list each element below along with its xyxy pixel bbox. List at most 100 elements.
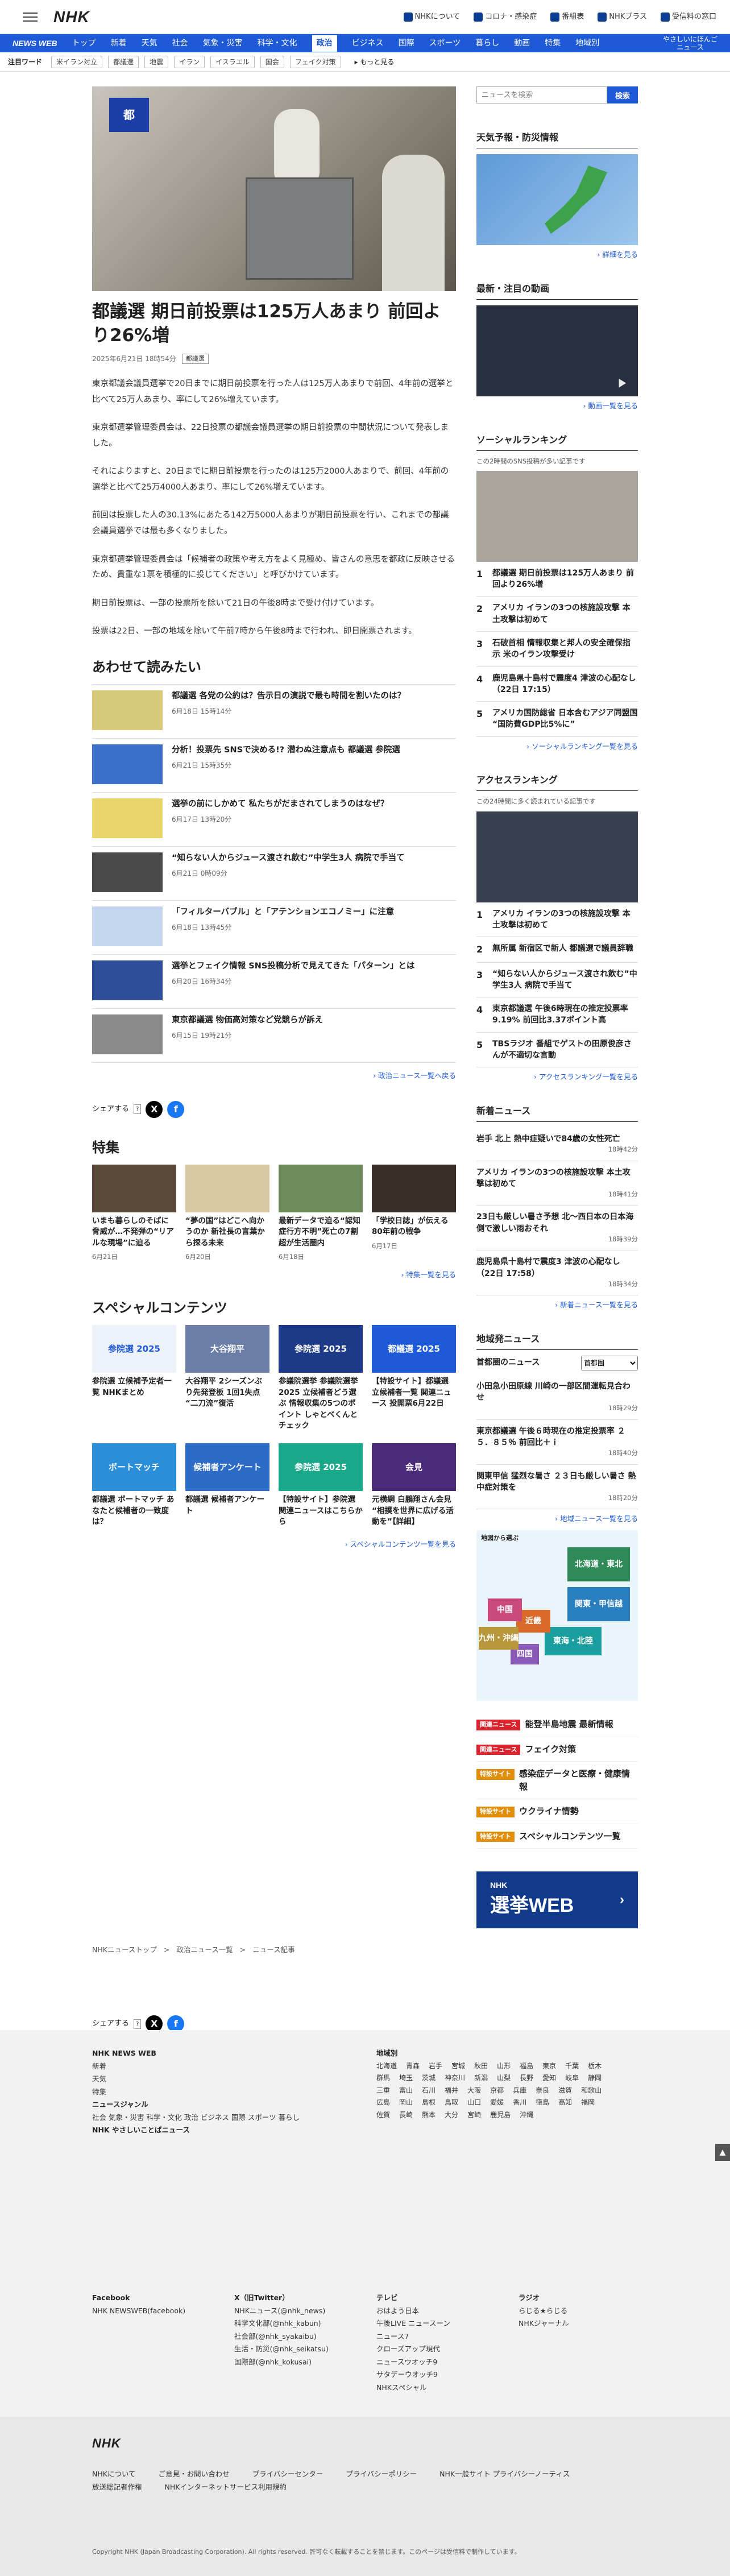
news-item[interactable]: 鹿児島県十島村で震度3 津波の心配なし（22日 17:58） 18時34分 [476, 1250, 638, 1296]
special-card[interactable]: 参院選 2025 【特設サイト】参院選 関連ニュースはこちらから [279, 1443, 363, 1528]
access-ranking-image[interactable] [476, 811, 638, 902]
ranking-item[interactable]: 2 アメリカ イランの3つの核施設攻撃 本土攻撃は初めて [476, 597, 638, 632]
nav-item-business[interactable]: ビジネス [352, 38, 384, 49]
prefecture-link[interactable]: 千葉 [565, 2060, 579, 2073]
nav-item-feature[interactable]: 特集 [545, 38, 561, 49]
footer-link[interactable]: NHK NEWSWEB(facebook) [92, 2305, 185, 2318]
related-item[interactable]: 分析！投票先 SNSで決める!? 潜わぬ注意点も 都議選 参院選 6月21日 15… [92, 739, 456, 793]
footer-link[interactable]: ご意見・お問い合わせ [159, 2468, 230, 2481]
region-hokkaido-tohoku[interactable]: 北海道・東北 [567, 1547, 630, 1582]
header-link-about[interactable]: NHKについて [403, 11, 460, 23]
prefecture-link[interactable]: 石川 [422, 2085, 435, 2097]
facebook-share-icon[interactable]: f [167, 1100, 185, 1118]
footer-logo[interactable]: NHK [92, 2434, 121, 2453]
nav-item-disaster[interactable]: 気象・災害 [203, 38, 243, 49]
prefecture-link[interactable]: 奈良 [536, 2085, 549, 2097]
nav-easy-news[interactable]: やさしいにほんご ニュース [663, 35, 717, 52]
region-select[interactable]: 首都圏 [581, 1355, 638, 1370]
header-link-plus[interactable]: NHKプラス [598, 11, 647, 23]
prefecture-link[interactable]: 宮城 [451, 2060, 465, 2073]
prefecture-link[interactable]: 山形 [497, 2060, 511, 2073]
weather-map[interactable] [476, 154, 638, 245]
ranking-item[interactable]: 4 東京都議選 午後6時現在の推定投票率 9.19% 前回比3.37ポイント高 [476, 997, 638, 1033]
nav-item-video[interactable]: 動画 [514, 38, 530, 49]
special-card[interactable]: 大谷翔平 大谷翔平 2シーズンぶり先発登板 1回1失点 “二刀流”復活 [185, 1325, 269, 1432]
news-item[interactable]: 東京都議選 午後６時現在の推定投票率 ２５．８５％ 前回比＋ｉ 18時40分 [476, 1420, 638, 1465]
bulletin-item[interactable]: 特設サイト ウクライナ情勢 [476, 1799, 638, 1824]
prefecture-link[interactable]: 兵庫 [513, 2085, 526, 2097]
footer-link[interactable]: 天気 [92, 2073, 308, 2086]
prefecture-link[interactable]: 栃木 [588, 2060, 602, 2073]
prefecture-link[interactable]: 佐賀 [376, 2109, 390, 2122]
special-card[interactable]: 参院選 2025 参議院選挙 参議院選挙 2025 立候補者どう選ぶ 情報収集の5… [279, 1325, 363, 1432]
social-ranking-more-link[interactable]: ソーシャルランキング一覧を見る [476, 742, 638, 752]
breadcrumb-item[interactable]: NHKニューストップ [92, 1945, 157, 1956]
social-ranking-image[interactable] [476, 470, 638, 562]
footer-link[interactable]: ニュースウオッチ9 [376, 2356, 450, 2369]
search-button[interactable]: 検索 [607, 86, 638, 103]
ranking-item[interactable]: 4 鹿児島県十島村で震度4 津波の心配なし（22日 17:15） [476, 667, 638, 702]
prefecture-link[interactable]: 宮崎 [467, 2109, 481, 2122]
access-ranking-more-link[interactable]: アクセスランキング一覧を見る [476, 1072, 638, 1083]
ranking-item[interactable]: 1 アメリカ イランの3つの核施設攻撃 本土攻撃は初めて [476, 902, 638, 938]
politics-list-link[interactable]: 政治ニュース一覧へ戻る [92, 1071, 456, 1082]
article-tag[interactable]: 都議選 [181, 353, 209, 365]
bulletin-item[interactable]: 特設サイト 感染症データと医療・健康情報 [476, 1762, 638, 1800]
footer-link[interactable]: NHKニュース(@nhk_news) [234, 2305, 329, 2318]
prefecture-link[interactable]: 福岡 [581, 2097, 595, 2109]
prefecture-link[interactable]: 群馬 [376, 2072, 390, 2085]
header-link-corona[interactable]: コロナ・感染症 [474, 11, 537, 23]
region-kyushu[interactable]: 九州・沖縄 [479, 1627, 519, 1650]
region-chugoku[interactable]: 中国 [488, 1598, 522, 1622]
footer-link[interactable]: NHKスペシャル [376, 2382, 450, 2395]
nav-item-society[interactable]: 社会 [172, 38, 188, 49]
footer-link[interactable]: 放送総記者作権 [92, 2481, 142, 2494]
nav-item-sports[interactable]: スポーツ [429, 38, 461, 49]
keyword-chip[interactable]: 国会 [260, 55, 284, 68]
prefecture-link[interactable]: 長野 [520, 2072, 533, 2085]
nhk-logo[interactable]: NHK [53, 5, 90, 29]
prefecture-link[interactable]: 香川 [513, 2097, 526, 2109]
bulletin-item[interactable]: 関連ニュース 能登半島地震 最新情報 [476, 1712, 638, 1737]
related-item[interactable]: 「フィルターバブル」と「アテンションエコノミー」に注意 6月18日 13時45分 [92, 901, 456, 955]
prefecture-link[interactable]: 和歌山 [581, 2085, 602, 2097]
prefecture-link[interactable]: 三重 [376, 2085, 390, 2097]
footer-link[interactable]: 生活・防災(@nhk_seikatsu) [234, 2343, 329, 2356]
footer-link[interactable]: 新着 [92, 2060, 308, 2073]
keyword-chip[interactable]: イスラエル [210, 55, 255, 68]
ranking-item[interactable]: 3 “知らない人からジュース渡され飲む”中学生3人 病院で手当て [476, 963, 638, 998]
prefecture-link[interactable]: 新潟 [474, 2072, 488, 2085]
keyword-chip[interactable]: 地震 [144, 55, 169, 68]
footer-link[interactable]: サタデーウオッチ9 [376, 2368, 450, 2382]
weather-more-link[interactable]: 詳細を見る [476, 250, 638, 260]
search-input[interactable] [476, 86, 607, 103]
scroll-top-button[interactable]: ▲ [715, 2144, 730, 2161]
region-kanto[interactable]: 関東・甲信越 [567, 1587, 630, 1622]
prefecture-link[interactable]: 島根 [422, 2097, 435, 2109]
related-item[interactable]: 東京都議選 物価高対策など党競らが訴え 6月15日 19時21分 [92, 1009, 456, 1063]
footer-link[interactable]: 社会 気象・災害 科学・文化 政治 ビジネス 国際 スポーツ 暮らし [92, 2111, 308, 2124]
bulletin-item[interactable]: 特設サイト スペシャルコンテンツ一覧 [476, 1824, 638, 1849]
keyword-chip[interactable]: イラン [174, 55, 205, 68]
prefecture-link[interactable]: 福井 [445, 2085, 458, 2097]
footer-link[interactable]: NHK一般サイト プライバシーノーティス [439, 2468, 570, 2481]
prefecture-link[interactable]: 福島 [520, 2060, 533, 2073]
prefecture-link[interactable]: 埼玉 [399, 2072, 413, 2085]
prefecture-link[interactable]: 広島 [376, 2097, 390, 2109]
related-item[interactable]: 都議選 各党の公約は？告示日の演説で最も時間を割いたのは？ 6月18日 15時14… [92, 685, 456, 739]
keyword-chip[interactable]: 都議選 [108, 55, 139, 68]
ranking-item[interactable]: 2 無所属 新宿区で新人 都議選で議員辞職 [476, 937, 638, 963]
news-item[interactable]: アメリカ イランの3つの核施設攻撃 本土攻撃は初めて 18時41分 [476, 1161, 638, 1206]
ranking-item[interactable]: 5 アメリカ国防総省 日本含むアジア同盟国 “国防費GDP比5%に” [476, 702, 638, 737]
footer-link[interactable]: NHKインターネットサービス利用規約 [165, 2481, 287, 2494]
news-item[interactable]: 関東甲信 猛烈な暑さ ２３日も厳しい暑さ 熱中症対策を 18時20分 [476, 1465, 638, 1510]
ranking-item[interactable]: 1 都議選 期日前投票は125万人あまり 前回より26%増 [476, 562, 638, 597]
special-card[interactable]: 会見 元横綱 白鵬翔さん会見 “相撲を世界に広げる活動を”【詳細】 [372, 1443, 456, 1528]
menu-icon[interactable] [23, 12, 38, 22]
prefecture-link[interactable]: 京都 [490, 2085, 504, 2097]
keyword-chip[interactable]: フェイク対策 [289, 55, 341, 68]
nav-item-life[interactable]: 暮らし [475, 38, 499, 49]
related-item[interactable]: “知らない人からジュース渡され飲む”中学生3人 病院で手当て 6月21日 0時09… [92, 847, 456, 901]
footer-link[interactable]: プライバシーポリシー [346, 2468, 417, 2481]
prefecture-link[interactable]: 長崎 [399, 2109, 413, 2122]
